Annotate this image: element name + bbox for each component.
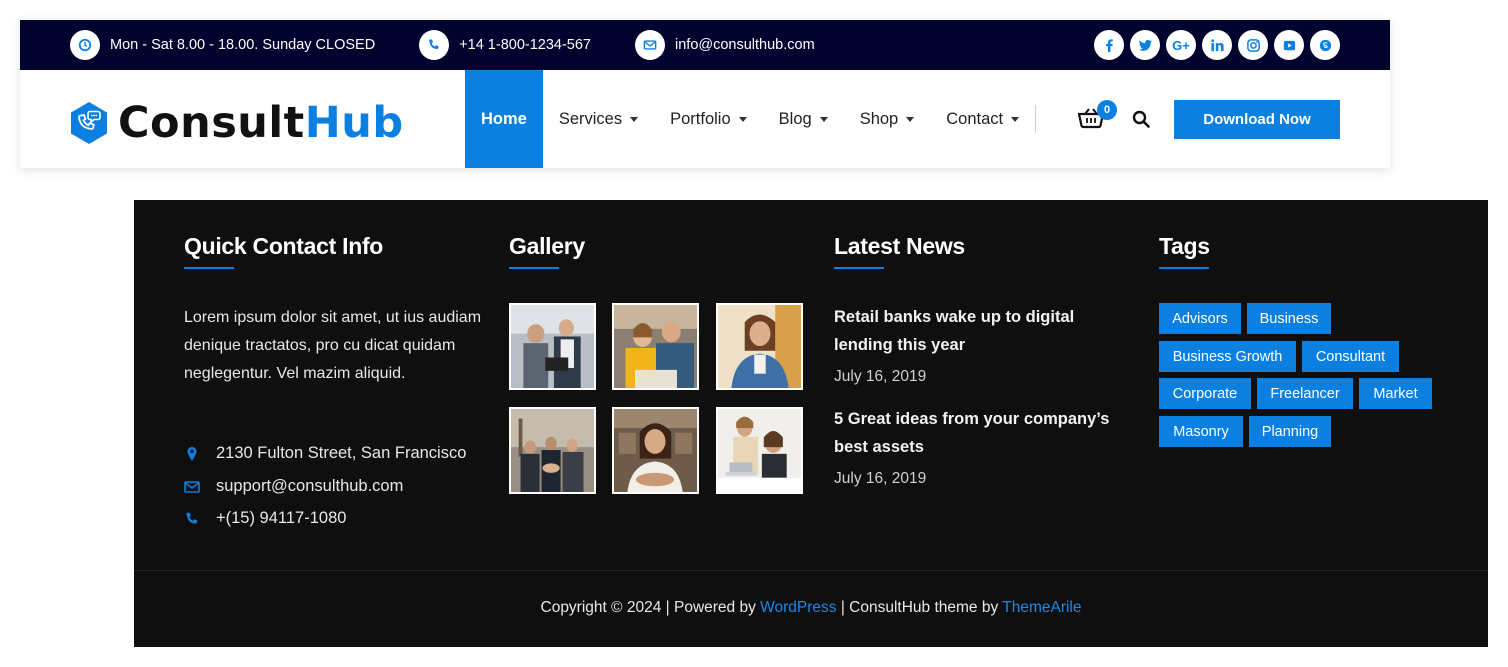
search-icon[interactable]	[1132, 110, 1150, 128]
top-bar: Mon - Sat 8.00 - 18.00. Sunday CLOSED +1…	[20, 20, 1390, 70]
title-underline	[834, 267, 884, 269]
caret-down-icon	[819, 116, 828, 122]
contact-email[interactable]: support@consulthub.com	[184, 477, 403, 496]
nav-item-portfolio[interactable]: Portfolio	[654, 70, 763, 168]
nav-item-shop[interactable]: Shop	[844, 70, 931, 168]
address-text: 2130 Fulton Street, San Francisco	[216, 444, 467, 462]
download-now-button[interactable]: Download Now	[1174, 100, 1340, 139]
linkedin-icon[interactable]	[1202, 30, 1232, 60]
gallery-photo-laptop-meeting	[718, 409, 801, 492]
news-title-link[interactable]: 5 Great ideas from your company’s best a…	[834, 405, 1124, 461]
twitter-icon[interactable]	[1130, 30, 1160, 60]
gallery-image[interactable]	[612, 407, 699, 494]
contact-address: 2130 Fulton Street, San Francisco	[184, 444, 466, 463]
news-title-link[interactable]: Retail banks wake up to digital lending …	[834, 303, 1124, 359]
logo-text: ConsultHub	[118, 98, 404, 148]
logo-text-consult: Consult	[118, 98, 305, 148]
phone-info[interactable]: +14 1-800-1234-567	[419, 30, 591, 60]
nav-label: Portfolio	[670, 109, 731, 128]
themearile-link[interactable]: ThemeArile	[1002, 599, 1081, 616]
nav-item-contact[interactable]: Contact	[930, 70, 1035, 168]
facebook-icon[interactable]	[1094, 30, 1124, 60]
gallery-photo-smiling-woman	[614, 409, 697, 492]
caret-down-icon	[1011, 116, 1020, 122]
main-menu: Home Services Portfolio Blog Shop Contac…	[465, 70, 1037, 168]
map-marker-icon	[187, 446, 197, 461]
copyright-prefix: Copyright © 2024 | Powered by	[540, 599, 761, 616]
logo-icon	[71, 102, 107, 144]
youtube-icon[interactable]	[1274, 30, 1304, 60]
gallery-image[interactable]	[716, 303, 803, 390]
caret-down-icon	[906, 116, 915, 122]
phone-text: +14 1-800-1234-567	[459, 37, 591, 53]
nav-label: Home	[481, 109, 527, 128]
caret-down-icon	[738, 116, 747, 122]
nav-label: Shop	[859, 109, 899, 128]
clock-icon	[70, 30, 100, 60]
logo-text-hub: Hub	[304, 98, 404, 148]
tag-corporate[interactable]: Corporate	[1159, 378, 1251, 409]
nav-label: Blog	[778, 109, 812, 128]
phone-icon	[419, 30, 450, 60]
tag-business[interactable]: Business	[1247, 303, 1331, 334]
widget-title: Quick Contact Info	[184, 233, 384, 259]
social-links: G+	[1094, 30, 1340, 60]
nav-item-home[interactable]: Home	[465, 70, 543, 168]
phone-text: +(15) 94117-1080	[216, 509, 347, 527]
title-underline	[184, 267, 234, 269]
news-date: July 16, 2019	[834, 470, 927, 487]
widget-title: Tags	[1159, 233, 1210, 259]
instagram-icon[interactable]	[1238, 30, 1268, 60]
footer-divider	[134, 570, 1488, 571]
widget-title: Latest News	[834, 233, 965, 259]
nav-divider	[1035, 105, 1037, 133]
tag-business-growth[interactable]: Business Growth	[1159, 341, 1296, 372]
contact-phone[interactable]: +(15) 94117-1080	[184, 509, 346, 528]
news-date: July 16, 2019	[834, 368, 927, 385]
gallery-image[interactable]	[509, 407, 596, 494]
tag-market[interactable]: Market	[1359, 378, 1432, 409]
gallery-image[interactable]	[612, 303, 699, 390]
title-underline	[509, 267, 559, 269]
caret-down-icon	[630, 116, 639, 122]
hours-info: Mon - Sat 8.00 - 18.00. Sunday CLOSED	[70, 30, 375, 60]
tag-masonry[interactable]: Masonry	[1159, 416, 1243, 447]
site-footer: Quick Contact Info Lorem ipsum dolor sit…	[134, 200, 1488, 647]
cart-count-badge: 0	[1097, 100, 1117, 120]
email-info[interactable]: info@consulthub.com	[635, 30, 815, 60]
title-underline	[1159, 267, 1209, 269]
tag-consultant[interactable]: Consultant	[1302, 341, 1399, 372]
gallery-photo-handshake	[511, 409, 594, 492]
phone-icon	[186, 512, 198, 524]
skype-icon[interactable]	[1310, 30, 1340, 60]
widget-title: Gallery	[509, 233, 585, 259]
email-text: info@consulthub.com	[675, 37, 815, 53]
envelope-icon	[184, 480, 200, 493]
envelope-icon	[635, 30, 665, 60]
gallery-photo-woman-denim	[718, 305, 801, 388]
tag-planning[interactable]: Planning	[1249, 416, 1331, 447]
contact-description: Lorem ipsum dolor sit amet, ut ius audia…	[184, 309, 482, 382]
gallery-image[interactable]	[716, 407, 803, 494]
tag-advisors[interactable]: Advisors	[1159, 303, 1241, 334]
hours-text: Mon - Sat 8.00 - 18.00. Sunday CLOSED	[110, 37, 376, 53]
gallery-photo-business-team	[511, 305, 594, 388]
google-plus-icon[interactable]: G+	[1166, 30, 1196, 60]
nav-label: Services	[558, 109, 623, 128]
nav-label: Contact	[946, 109, 1004, 128]
wordpress-link[interactable]: WordPress	[760, 599, 836, 616]
gallery-image[interactable]	[509, 303, 596, 390]
nav-item-services[interactable]: Services	[543, 70, 654, 168]
email-text: support@consulthub.com	[216, 477, 404, 495]
nav-item-blog[interactable]: Blog	[763, 70, 844, 168]
site-logo[interactable]: ConsultHub	[70, 98, 404, 148]
site-header: Mon - Sat 8.00 - 18.00. Sunday CLOSED +1…	[20, 20, 1390, 168]
copyright-middle: | ConsultHub theme by	[836, 599, 1003, 616]
copyright-bar: Copyright © 2024 | Powered by WordPress …	[134, 599, 1488, 617]
gallery-photo-colleagues	[614, 305, 697, 388]
tag-freelancer[interactable]: Freelancer	[1257, 378, 1353, 409]
